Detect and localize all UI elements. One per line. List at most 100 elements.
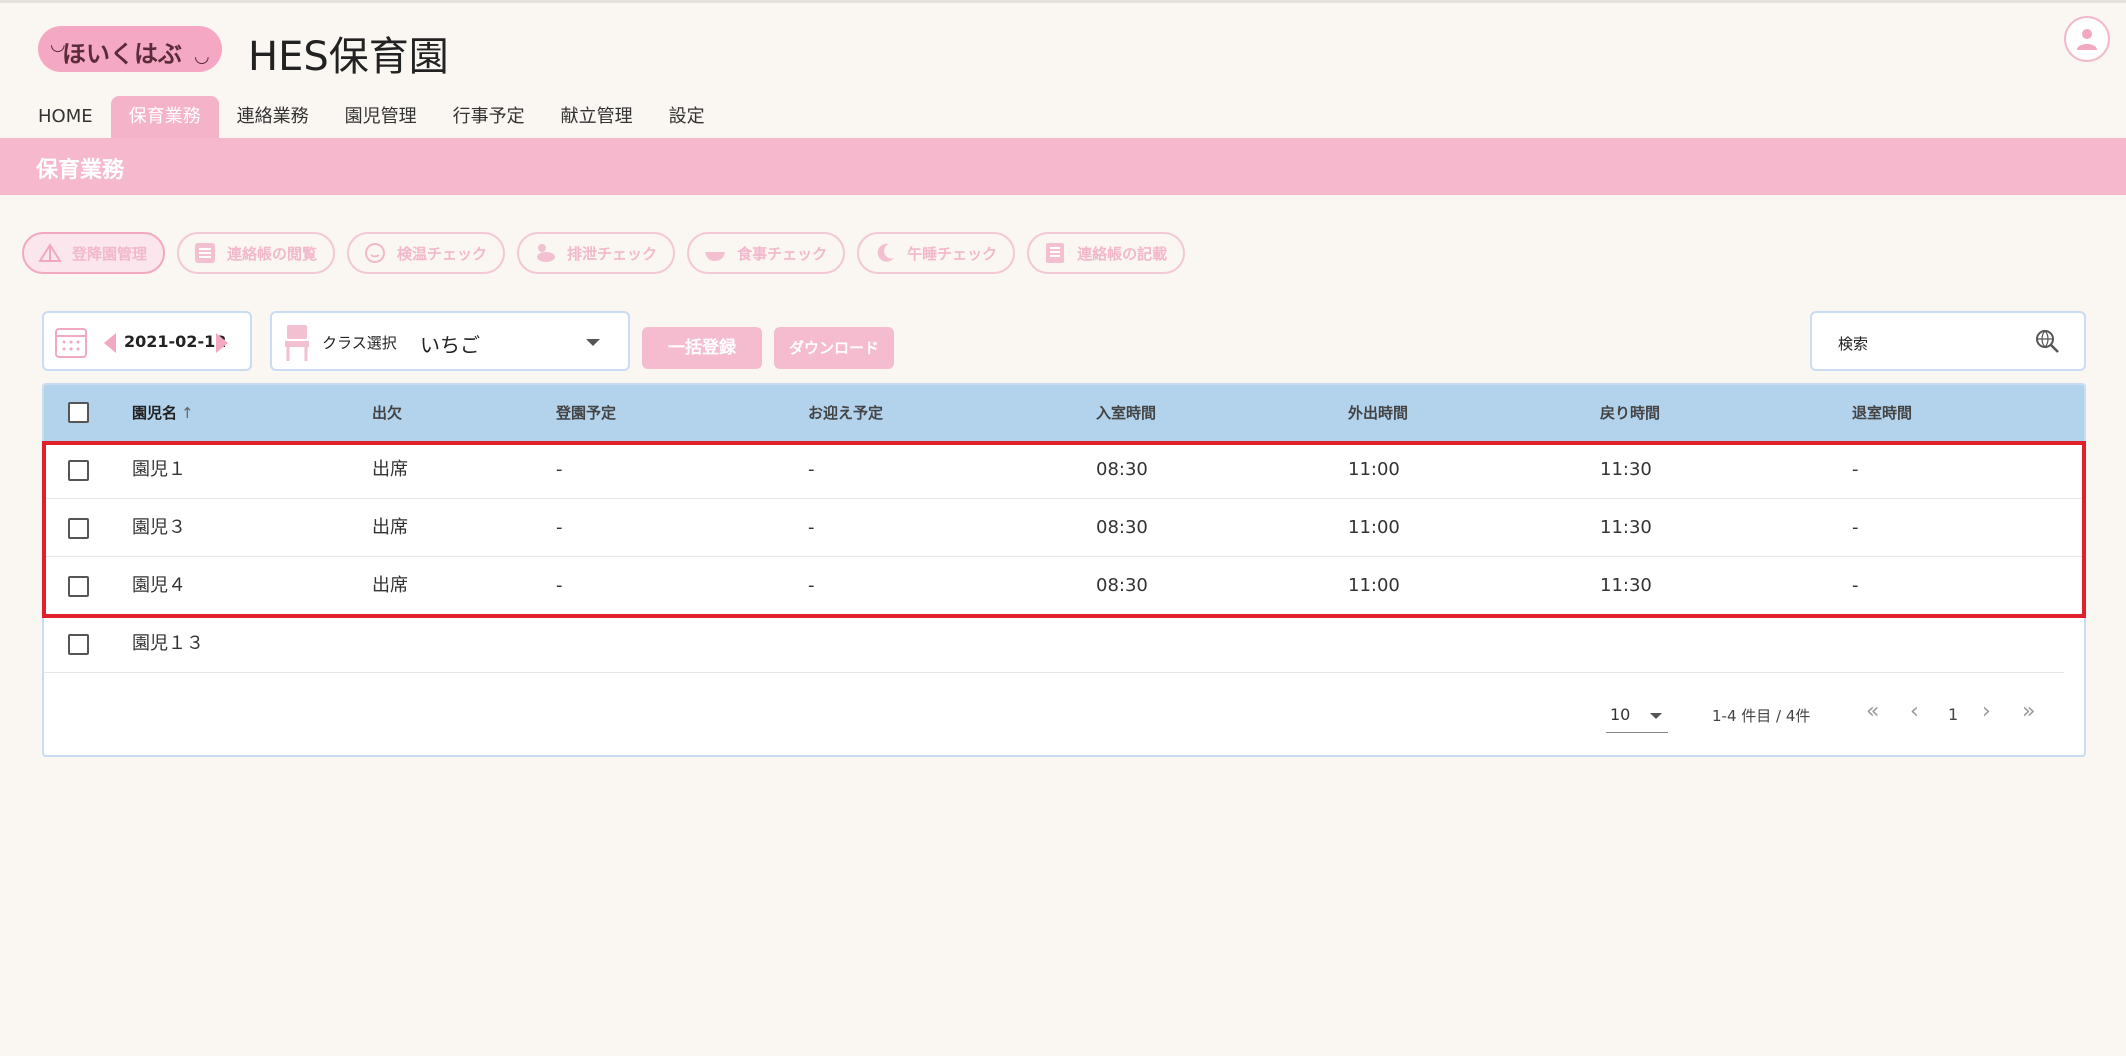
shortcut-attendance[interactable]: 登降園管理 (22, 232, 166, 274)
search-input[interactable]: 検索 (1810, 311, 2086, 371)
shortcut-view-notebook[interactable]: 連絡帳の閲覧 (177, 232, 336, 274)
bowl-icon (705, 252, 726, 261)
logo-text: ほいくはぶ (62, 40, 182, 68)
table-header: 園児名 ↑ 出欠 登園予定 お迎え予定 入室時間 外出時間 戻り時間 退室時間 (44, 385, 2084, 441)
table-row[interactable]: 園児１３ (44, 615, 2064, 673)
column-header-arrival-plan: 登園予定 (556, 404, 617, 422)
tab-menu[interactable]: 献立管理 (543, 96, 651, 138)
tent-icon (38, 243, 62, 262)
shortcut-label: 連絡帳の閲覧 (227, 244, 318, 263)
table-row[interactable]: 園児３ 出席 - - 08:30 11:00 11:30 - (44, 499, 2084, 557)
column-label: 園児名 (132, 404, 178, 422)
cell-out-time: 11:00 (1348, 459, 1400, 480)
row-checkbox[interactable] (68, 460, 89, 481)
cell-out-time: 11:00 (1348, 517, 1400, 538)
class-select-value: いちご (420, 333, 480, 357)
cell-back-time: 11:30 (1600, 459, 1652, 480)
previous-day-button[interactable] (104, 333, 116, 353)
table-row[interactable]: 園児１ 出席 - - 08:30 11:00 11:30 - (44, 441, 2084, 499)
column-header-pickup-plan: お迎え予定 (808, 404, 884, 422)
smile-icon: ◡ (194, 46, 210, 67)
cell-pickup-plan: - (808, 517, 815, 538)
column-header-leave-time: 退室時間 (1852, 404, 1913, 422)
cell-name: 園児４ (132, 575, 186, 596)
main-nav: HOME 保育業務 連絡業務 園児管理 行事予定 献立管理 設定 (20, 96, 723, 138)
tab-home[interactable]: HOME (20, 96, 111, 138)
shortcut-meal[interactable]: 食事チェック (687, 232, 846, 274)
column-header-name[interactable]: 園児名 ↑ (132, 385, 194, 441)
site-title: HES保育園 (248, 34, 449, 80)
shortcut-label: 検温チェック (397, 244, 488, 263)
column-header-enter-time: 入室時間 (1096, 404, 1157, 422)
cell-leave-time: - (1852, 575, 1859, 596)
current-page: 1 (1948, 705, 1959, 724)
shortcut-label: 連絡帳の記載 (1077, 244, 1168, 263)
cell-name: 園児１３ (132, 633, 204, 654)
cell-back-time: 11:30 (1600, 575, 1652, 596)
pagination: 10 1-4 件目 / 4件 « ‹ 1 › » (44, 685, 2084, 745)
cell-name: 園児３ (132, 517, 186, 538)
tab-settings[interactable]: 設定 (651, 96, 723, 138)
page-size-select[interactable]: 10 (1606, 703, 1668, 733)
attendance-table: 園児名 ↑ 出欠 登園予定 お迎え予定 入室時間 外出時間 戻り時間 退室時間 園… (42, 383, 2086, 757)
list-icon (195, 243, 216, 263)
row-checkbox[interactable] (68, 576, 89, 597)
cell-attendance: 出席 (372, 575, 408, 596)
cell-leave-time: - (1852, 517, 1859, 538)
shortcut-nap[interactable]: 午睡チェック (857, 232, 1016, 274)
sort-ascending-icon: ↑ (181, 404, 194, 422)
tab-communication[interactable]: 連絡業務 (219, 96, 327, 138)
chevron-down-icon (1650, 713, 1662, 719)
page-size-value: 10 (1610, 705, 1631, 724)
tab-childcare[interactable]: 保育業務 (110, 96, 219, 138)
chevron-down-icon (586, 339, 600, 346)
cell-pickup-plan: - (808, 575, 815, 596)
thermometer-face-icon (365, 243, 386, 263)
download-button[interactable]: ダウンロード (774, 327, 894, 369)
calendar-icon (55, 328, 87, 358)
table-row[interactable]: 園児４ 出席 - - 08:30 11:00 11:30 - (44, 557, 2084, 615)
last-page-icon[interactable]: » (2022, 699, 2035, 724)
row-checkbox[interactable] (68, 518, 89, 539)
column-header-out-time: 外出時間 (1348, 404, 1409, 422)
tab-children[interactable]: 園児管理 (327, 96, 435, 138)
duck-icon (537, 244, 556, 262)
next-day-button[interactable] (216, 333, 228, 353)
previous-page-icon[interactable]: ‹ (1910, 699, 1919, 724)
cell-arrival-plan: - (556, 517, 563, 538)
brand-logo[interactable]: ◡ ほいくはぶ ◡ (38, 26, 222, 72)
user-menu-button[interactable] (2064, 16, 2110, 62)
shortcut-write-notebook[interactable]: 連絡帳の記載 (1027, 232, 1186, 274)
shortcut-label: 午睡チェック (907, 244, 998, 263)
tab-events[interactable]: 行事予定 (435, 96, 543, 138)
first-page-icon[interactable]: « (1866, 699, 1879, 724)
notebook-icon (1046, 243, 1065, 263)
shortcut-temperature[interactable]: 検温チェック (347, 232, 506, 274)
class-select[interactable]: クラス選択 いちご (270, 311, 630, 371)
cell-arrival-plan: - (556, 459, 563, 480)
page-range: 1-4 件目 / 4件 (1712, 707, 1811, 725)
cell-out-time: 11:00 (1348, 575, 1400, 596)
cell-arrival-plan: - (556, 575, 563, 596)
next-page-icon[interactable]: › (1982, 699, 1991, 724)
moon-icon (877, 243, 895, 262)
chair-icon (285, 325, 309, 361)
bulk-register-button[interactable]: 一括登録 (642, 327, 762, 369)
cell-attendance: 出席 (372, 517, 408, 538)
search-icon[interactable] (2034, 328, 2060, 354)
search-placeholder: 検索 (1838, 335, 1869, 353)
shortcut-bar: 登降園管理 連絡帳の閲覧 検温チェック 排泄チェック 食事チェック 午睡チェック… (22, 232, 1186, 274)
select-all-checkbox[interactable] (68, 402, 89, 423)
page-header: 保育業務 (0, 138, 2126, 195)
cell-leave-time: - (1852, 459, 1859, 480)
shortcut-toilet[interactable]: 排泄チェック (517, 232, 676, 274)
column-header-attendance: 出欠 (372, 404, 403, 422)
cell-enter-time: 08:30 (1096, 459, 1148, 480)
current-date: 2021-02-12 (124, 332, 227, 351)
date-picker[interactable]: 2021-02-12 (42, 311, 252, 371)
cell-pickup-plan: - (808, 459, 815, 480)
cell-attendance: 出席 (372, 459, 408, 480)
cell-back-time: 11:30 (1600, 517, 1652, 538)
row-checkbox[interactable] (68, 634, 89, 655)
shortcut-label: 食事チェック (737, 244, 828, 263)
